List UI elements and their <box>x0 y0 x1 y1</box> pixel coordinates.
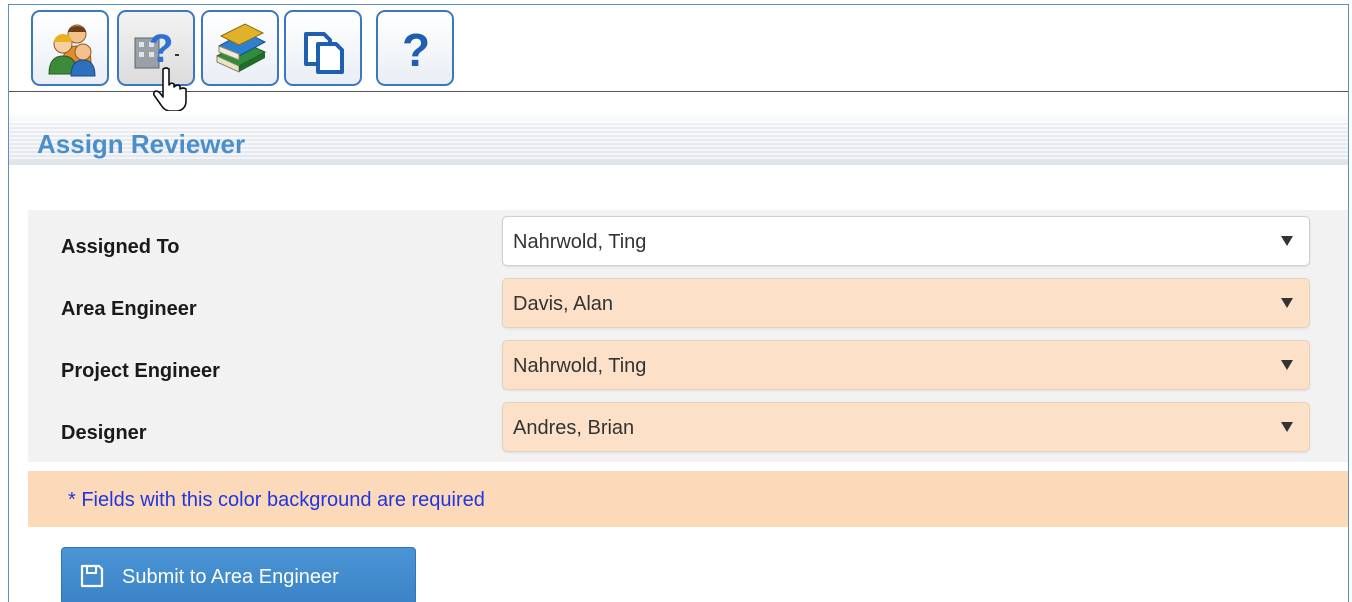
project-engineer-value: Nahrwold, Ting <box>513 355 647 377</box>
toolbar: ? ? <box>9 5 1348 111</box>
designer-label: Designer <box>61 422 147 444</box>
project-engineer-label: Project Engineer <box>61 360 220 382</box>
chevron-down-icon <box>1281 236 1293 246</box>
chevron-down-icon <box>1281 298 1293 308</box>
area-engineer-row: Area Engineer Davis, Alan <box>28 276 1348 330</box>
project-engineer-select[interactable]: Nahrwold, Ting <box>502 340 1310 390</box>
form-panel: Assigned To Nahrwold, Ting Area Engineer… <box>28 210 1348 462</box>
chevron-down-icon <box>1281 360 1293 370</box>
designer-select[interactable]: Andres, Brian <box>502 402 1310 452</box>
svg-text:?: ? <box>402 24 430 76</box>
copy-button[interactable] <box>284 10 362 86</box>
section-header: Assign Reviewer <box>9 113 1348 165</box>
assigned-to-label: Assigned To <box>61 236 180 258</box>
area-engineer-select[interactable]: Davis, Alan <box>502 278 1310 328</box>
project-engineer-row: Project Engineer Nahrwold, Ting <box>28 338 1348 392</box>
required-note-text: * Fields with this color background are … <box>68 489 485 511</box>
books-button[interactable] <box>201 10 279 86</box>
required-note-bar: * Fields with this color background are … <box>28 471 1348 527</box>
area-engineer-value: Davis, Alan <box>513 293 614 315</box>
submit-label: Submit to Area Engineer <box>122 566 339 588</box>
page-title: Assign Reviewer <box>37 129 246 159</box>
chevron-down-icon <box>1281 422 1293 432</box>
app-window: ? ? Assign Reviewer Assigned To Nahrwold… <box>8 4 1349 602</box>
books-icon <box>215 23 267 73</box>
copy-pages-icon <box>304 32 344 74</box>
assigned-to-select[interactable]: Nahrwold, Ting <box>502 216 1310 266</box>
question-mark-icon: ? <box>402 24 430 76</box>
designer-value: Andres, Brian <box>513 417 635 439</box>
submit-button[interactable]: Submit to Area Engineer <box>61 547 416 602</box>
svg-text:?: ? <box>149 27 173 71</box>
users-button[interactable] <box>31 10 109 86</box>
hand-cursor-icon <box>153 67 187 111</box>
help-button[interactable]: ? <box>376 10 454 86</box>
designer-row: Designer Andres, Brian <box>28 400 1348 454</box>
area-engineer-label: Area Engineer <box>61 298 197 320</box>
save-icon <box>80 564 104 588</box>
users-icon <box>48 24 96 77</box>
assigned-to-value: Nahrwold, Ting <box>513 231 647 253</box>
assigned-to-row: Assigned To Nahrwold, Ting <box>28 214 1348 268</box>
